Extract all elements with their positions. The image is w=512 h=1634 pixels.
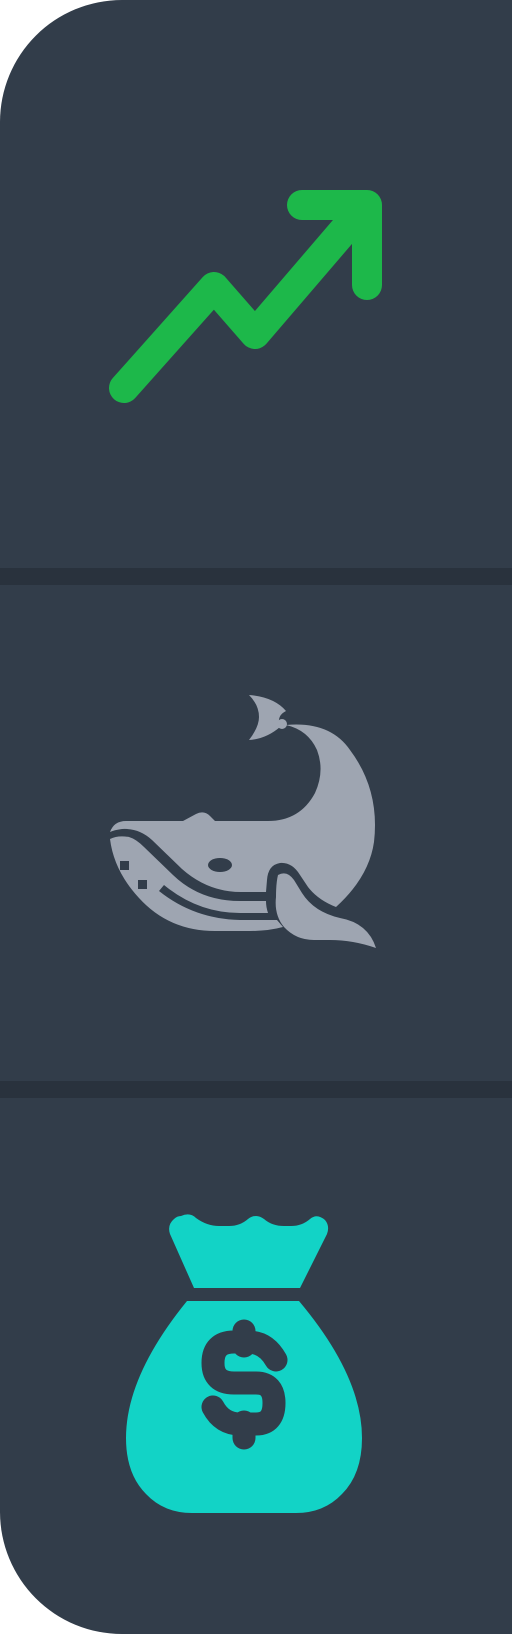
trending-up-arrow-icon [109,190,382,403]
whale-icon [110,695,376,948]
money-bag-dollar-icon [126,1214,362,1513]
divider [0,1081,512,1098]
rail-item-money-bag[interactable] [0,1098,512,1634]
rail-item-trending[interactable] [0,0,512,568]
rail-item-whale[interactable] [0,585,512,1081]
icon-rail [0,0,512,1634]
divider [0,568,512,585]
